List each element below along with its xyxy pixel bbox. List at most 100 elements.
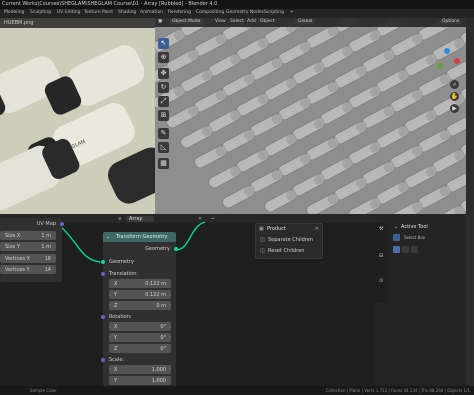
select-mode-subtract-icon[interactable]: [411, 246, 418, 253]
geometry-output-label: Geometry: [145, 246, 170, 252]
product-title: Product: [267, 226, 286, 232]
node-editor[interactable]: ◆ Array ✕ ⊸ UV Map Size X1 m Size Y1 m V…: [0, 214, 380, 386]
tab-compositing[interactable]: Compositing: [196, 10, 224, 15]
tab-geometry-nodes[interactable]: Geometry Nodes: [226, 10, 264, 15]
size-y-field[interactable]: Size Y1 m: [0, 242, 56, 251]
tab-sculpting[interactable]: Sculpting: [30, 10, 51, 15]
transform-node-title: Transform Geometry: [116, 234, 168, 240]
workspace-tabs: Modeling Sculpting UV Editing Texture Pa…: [0, 9, 474, 18]
transform-tool-icon[interactable]: ⊞: [158, 110, 169, 121]
gizmo-z-icon[interactable]: [444, 48, 450, 54]
menu-select[interactable]: Select: [230, 19, 244, 24]
geometry-output-socket[interactable]: [174, 247, 178, 251]
properties-panel[interactable]: ⚒ ⊟ ⊙ ⌄ Active Tool Select Box: [375, 214, 466, 386]
reset-children-item[interactable]: Reset Children: [268, 248, 304, 254]
scale-label: Scale:: [109, 357, 125, 363]
cylinder-array: [155, 18, 466, 214]
tool-shelf: ↖ ⊕ ✥ ↻ ⤢ ⊞ ✎ ◺ ▦: [158, 38, 170, 208]
status-bar: Sample Color Collection | Plane | Verts …: [0, 386, 474, 395]
options-button[interactable]: Options: [440, 19, 462, 24]
select-box-icon[interactable]: [393, 234, 400, 241]
measure-tool-icon[interactable]: ◺: [158, 142, 169, 153]
status-left: Sample Color: [30, 388, 57, 393]
reset-children-icon: ◫: [260, 248, 265, 254]
rotation-socket[interactable]: [101, 315, 105, 319]
menu-add[interactable]: Add: [247, 19, 256, 24]
active-tool-chevron-icon[interactable]: ⌄: [394, 224, 398, 230]
uv-map-socket[interactable]: [60, 222, 64, 226]
scale-x-field[interactable]: X 1.000: [109, 365, 171, 374]
object-icon: ▣: [259, 226, 264, 232]
tool-tab-icon[interactable]: ⚒: [379, 226, 383, 232]
pan-icon[interactable]: ✋: [450, 92, 459, 101]
uv-map-label: UV Map: [36, 221, 56, 227]
size-x-field[interactable]: Size X1 m: [0, 231, 56, 240]
translation-label: Translation:: [109, 271, 138, 277]
close-icon[interactable]: ✕: [315, 226, 319, 232]
editor-type-icon[interactable]: ▣: [158, 19, 162, 24]
separate-children-icon: ◫: [260, 237, 265, 243]
scale-y-field[interactable]: Y 1.000: [109, 376, 171, 385]
geometry-input-label: Geometry: [109, 259, 134, 265]
status-stats: Collection | Plane | Verts 1,722 | Faces…: [325, 388, 470, 393]
add-cube-tool-icon[interactable]: ▦: [158, 158, 169, 169]
gizmo-y-icon[interactable]: [437, 63, 443, 69]
transform-orientation[interactable]: Global: [295, 19, 316, 24]
scale-socket[interactable]: [101, 358, 105, 362]
add-workspace-button[interactable]: +: [290, 10, 294, 15]
rotate-tool-icon[interactable]: ↻: [158, 82, 169, 93]
tab-modeling[interactable]: Modeling: [4, 10, 24, 15]
move-tool-icon[interactable]: ✥: [158, 68, 169, 79]
translation-x-field[interactable]: X 0.122 m: [109, 279, 171, 288]
translation-z-field[interactable]: Z0 m: [109, 301, 171, 310]
menu-object[interactable]: Object: [260, 19, 275, 24]
menu-view[interactable]: View: [215, 19, 226, 24]
tab-animation[interactable]: Animation: [140, 10, 163, 15]
tab-uv-editing[interactable]: UV Editing: [57, 10, 80, 15]
scale-tool-icon[interactable]: ⤢: [158, 96, 169, 107]
gizmo-x-icon[interactable]: [454, 58, 460, 64]
group-input-node[interactable]: UV Map Size X1 m Size Y1 m Vertices X 16 …: [0, 218, 64, 282]
image-editor[interactable]: HUEBM.png SHEGLAM: [0, 18, 155, 214]
rotation-x-field[interactable]: X 0°: [109, 322, 171, 331]
viewport-header: ▣ Object Mode View Select Add Object Glo…: [155, 18, 466, 27]
active-tool-label: Active Tool: [401, 224, 428, 230]
cursor-tool-icon[interactable]: ⊕: [158, 52, 169, 63]
navigation-gizmo[interactable]: [435, 48, 461, 74]
camera-icon[interactable]: ▶: [450, 104, 459, 113]
transform-node-header[interactable]: ⌄ Transform Geometry: [103, 232, 176, 242]
tab-scripting[interactable]: Scripting: [264, 10, 284, 15]
property-tabs[interactable]: ⚒ ⊟ ⊙: [375, 223, 388, 303]
title-bar: Current Works\Courses\SHEGLAM\SHEGLAM Co…: [0, 0, 474, 9]
translation-socket[interactable]: [101, 272, 105, 276]
3d-viewport[interactable]: ▣ Object Mode View Select Add Object Glo…: [155, 18, 466, 214]
annotate-tool-icon[interactable]: ✎: [158, 128, 169, 139]
zoom-icon[interactable]: ⌕: [450, 80, 459, 89]
sidebar-tabs[interactable]: [466, 18, 474, 395]
separate-children-item[interactable]: Separate Children: [268, 237, 313, 243]
output-tab-icon[interactable]: ⊙: [379, 278, 383, 284]
select-box-tool-icon[interactable]: ↖: [158, 38, 169, 49]
render-tab-icon[interactable]: ⊟: [379, 253, 383, 259]
select-mode-set-icon[interactable]: [393, 246, 400, 253]
select-box-label: Select Box: [404, 235, 426, 240]
rotation-y-field[interactable]: Y 0°: [109, 333, 171, 342]
rotation-label: Rotation:: [109, 314, 132, 320]
tab-shading[interactable]: Shading: [118, 10, 136, 15]
vertices-x-field[interactable]: Vertices X 16: [0, 254, 56, 263]
product-context-menu[interactable]: ▣ Product ✕ ◫ Separate Children ◫ Reset …: [255, 223, 323, 259]
mode-select[interactable]: Object Mode: [169, 19, 204, 24]
geometry-input-socket[interactable]: [101, 260, 105, 264]
vertices-y-field[interactable]: Vertices Y 14: [0, 265, 56, 274]
rotation-z-field[interactable]: Z 0°: [109, 344, 171, 353]
window-title: Current Works\Courses\SHEGLAM\SHEGLAM Co…: [2, 1, 218, 7]
image-editor-header: HUEBM.png: [0, 18, 155, 28]
collapse-icon[interactable]: ⌄: [106, 234, 110, 240]
translation-y-field[interactable]: Y 0.122 m: [109, 290, 171, 299]
product-photo: SHEGLAM: [0, 28, 155, 214]
transform-geometry-node[interactable]: ⌄ Transform Geometry Geometry Geometry T…: [101, 232, 178, 386]
tab-rendering[interactable]: Rendering: [168, 10, 191, 15]
image-filename[interactable]: HUEBM.png: [4, 20, 33, 26]
tab-texture-paint[interactable]: Texture Paint: [84, 10, 113, 15]
select-mode-extend-icon[interactable]: [402, 246, 409, 253]
